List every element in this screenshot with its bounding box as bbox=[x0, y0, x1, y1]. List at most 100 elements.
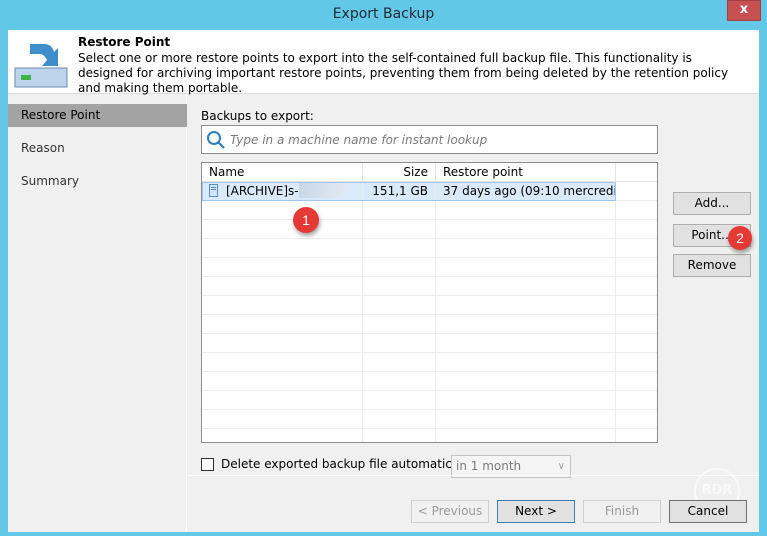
backups-grid[interactable]: Name Size Restore point [ARCHIVE]s- 151,… bbox=[201, 162, 658, 443]
search-icon bbox=[207, 131, 225, 149]
empty-cell bbox=[202, 391, 363, 410]
empty-table-row bbox=[202, 296, 657, 315]
wizard-header: Restore Point Select one or more restore… bbox=[8, 30, 759, 95]
empty-cell bbox=[363, 315, 436, 334]
empty-cell bbox=[202, 410, 363, 429]
annotation-badge-1: 1 bbox=[293, 207, 319, 233]
empty-cell bbox=[202, 277, 363, 296]
empty-cell bbox=[436, 334, 616, 353]
remove-button[interactable]: Remove bbox=[673, 254, 751, 277]
search-input[interactable] bbox=[230, 130, 650, 149]
empty-cell bbox=[202, 258, 363, 277]
title-bar: Export Backup x bbox=[0, 0, 767, 30]
empty-cell bbox=[616, 201, 657, 220]
empty-cell bbox=[363, 372, 436, 391]
close-button[interactable]: x bbox=[727, 0, 761, 21]
empty-table-row bbox=[202, 220, 657, 239]
column-header-filler bbox=[616, 163, 657, 182]
empty-cell bbox=[436, 353, 616, 372]
dialog-client-area: Restore Point Select one or more restore… bbox=[8, 30, 759, 532]
empty-table-row bbox=[202, 391, 657, 410]
column-header-name[interactable]: Name bbox=[202, 163, 363, 182]
empty-cell bbox=[436, 391, 616, 410]
empty-cell bbox=[616, 239, 657, 258]
sidebar-item-summary[interactable]: Summary bbox=[8, 170, 187, 193]
empty-table-row bbox=[202, 372, 657, 391]
empty-table-row bbox=[202, 277, 657, 296]
empty-cell bbox=[436, 372, 616, 391]
empty-cell bbox=[616, 277, 657, 296]
cell-filler bbox=[616, 182, 657, 201]
empty-cell bbox=[616, 391, 657, 410]
empty-cell bbox=[436, 277, 616, 296]
empty-cell bbox=[616, 353, 657, 372]
empty-cell bbox=[202, 201, 363, 220]
empty-cell bbox=[202, 315, 363, 334]
empty-cell bbox=[436, 220, 616, 239]
empty-cell bbox=[436, 315, 616, 334]
empty-cell bbox=[202, 296, 363, 315]
column-header-restore-point[interactable]: Restore point bbox=[436, 163, 616, 182]
empty-cell bbox=[363, 258, 436, 277]
empty-table-row bbox=[202, 201, 657, 220]
empty-table-row bbox=[202, 353, 657, 372]
empty-cell bbox=[363, 201, 436, 220]
backup-file-icon bbox=[209, 184, 218, 197]
empty-cell bbox=[616, 315, 657, 334]
machine-search-box[interactable] bbox=[201, 125, 658, 154]
empty-cell bbox=[202, 353, 363, 372]
empty-table-row bbox=[202, 315, 657, 334]
export-restore-point-icon bbox=[14, 44, 68, 88]
restore-point-step-content: Backups to export: Name Size Restore poi… bbox=[188, 95, 759, 532]
retention-period-value: in 1 month bbox=[456, 459, 522, 473]
header-title: Restore Point bbox=[78, 35, 171, 49]
empty-cell bbox=[436, 201, 616, 220]
empty-cell bbox=[363, 220, 436, 239]
empty-cell bbox=[363, 277, 436, 296]
next-button[interactable]: Next > bbox=[497, 500, 575, 523]
empty-cell bbox=[616, 296, 657, 315]
empty-cell bbox=[202, 334, 363, 353]
empty-table-row bbox=[202, 239, 657, 258]
delete-automatically-checkbox[interactable] bbox=[201, 458, 214, 471]
grid-header: Name Size Restore point bbox=[202, 163, 657, 182]
empty-cell bbox=[616, 410, 657, 429]
previous-button[interactable]: < Previous bbox=[411, 500, 489, 523]
empty-cell bbox=[202, 429, 363, 442]
column-header-size[interactable]: Size bbox=[363, 163, 436, 182]
cancel-button[interactable]: Cancel bbox=[669, 500, 747, 523]
export-backup-window: Export Backup x Restore Point Select one… bbox=[0, 0, 767, 536]
cell-size: 151,1 GB bbox=[363, 182, 436, 201]
empty-cell bbox=[616, 334, 657, 353]
empty-cell bbox=[363, 429, 436, 442]
empty-cell bbox=[436, 239, 616, 258]
empty-table-row bbox=[202, 410, 657, 429]
empty-cell bbox=[616, 429, 657, 442]
delete-automatically-label[interactable]: Delete exported backup file automaticall… bbox=[221, 457, 473, 472]
empty-table-row bbox=[202, 258, 657, 277]
empty-cell bbox=[363, 353, 436, 372]
table-row[interactable]: [ARCHIVE]s- 151,1 GB 37 days ago (09:10 … bbox=[202, 182, 657, 201]
empty-table-row bbox=[202, 429, 657, 442]
sidebar-item-restore-point[interactable]: Restore Point bbox=[8, 104, 187, 127]
empty-cell bbox=[363, 334, 436, 353]
empty-cell bbox=[202, 372, 363, 391]
empty-cell bbox=[363, 239, 436, 258]
empty-cell bbox=[202, 239, 363, 258]
chevron-down-icon: ∨ bbox=[557, 461, 565, 472]
wizard-steps-sidebar: Restore Point Reason Summary bbox=[8, 95, 187, 532]
finish-button[interactable]: Finish bbox=[583, 500, 661, 523]
cell-name: [ARCHIVE]s- bbox=[202, 182, 363, 201]
empty-cell bbox=[436, 410, 616, 429]
backups-to-export-label: Backups to export: bbox=[201, 109, 314, 123]
empty-cell bbox=[436, 296, 616, 315]
sidebar-item-reason[interactable]: Reason bbox=[8, 137, 187, 160]
annotation-badge-2: 2 bbox=[728, 226, 752, 250]
add-button[interactable]: Add... bbox=[673, 192, 751, 215]
empty-cell bbox=[616, 258, 657, 277]
empty-cell bbox=[363, 410, 436, 429]
empty-cell bbox=[616, 372, 657, 391]
backup-name: [ARCHIVE]s- bbox=[226, 184, 299, 198]
empty-cell bbox=[202, 220, 363, 239]
empty-table-row bbox=[202, 334, 657, 353]
